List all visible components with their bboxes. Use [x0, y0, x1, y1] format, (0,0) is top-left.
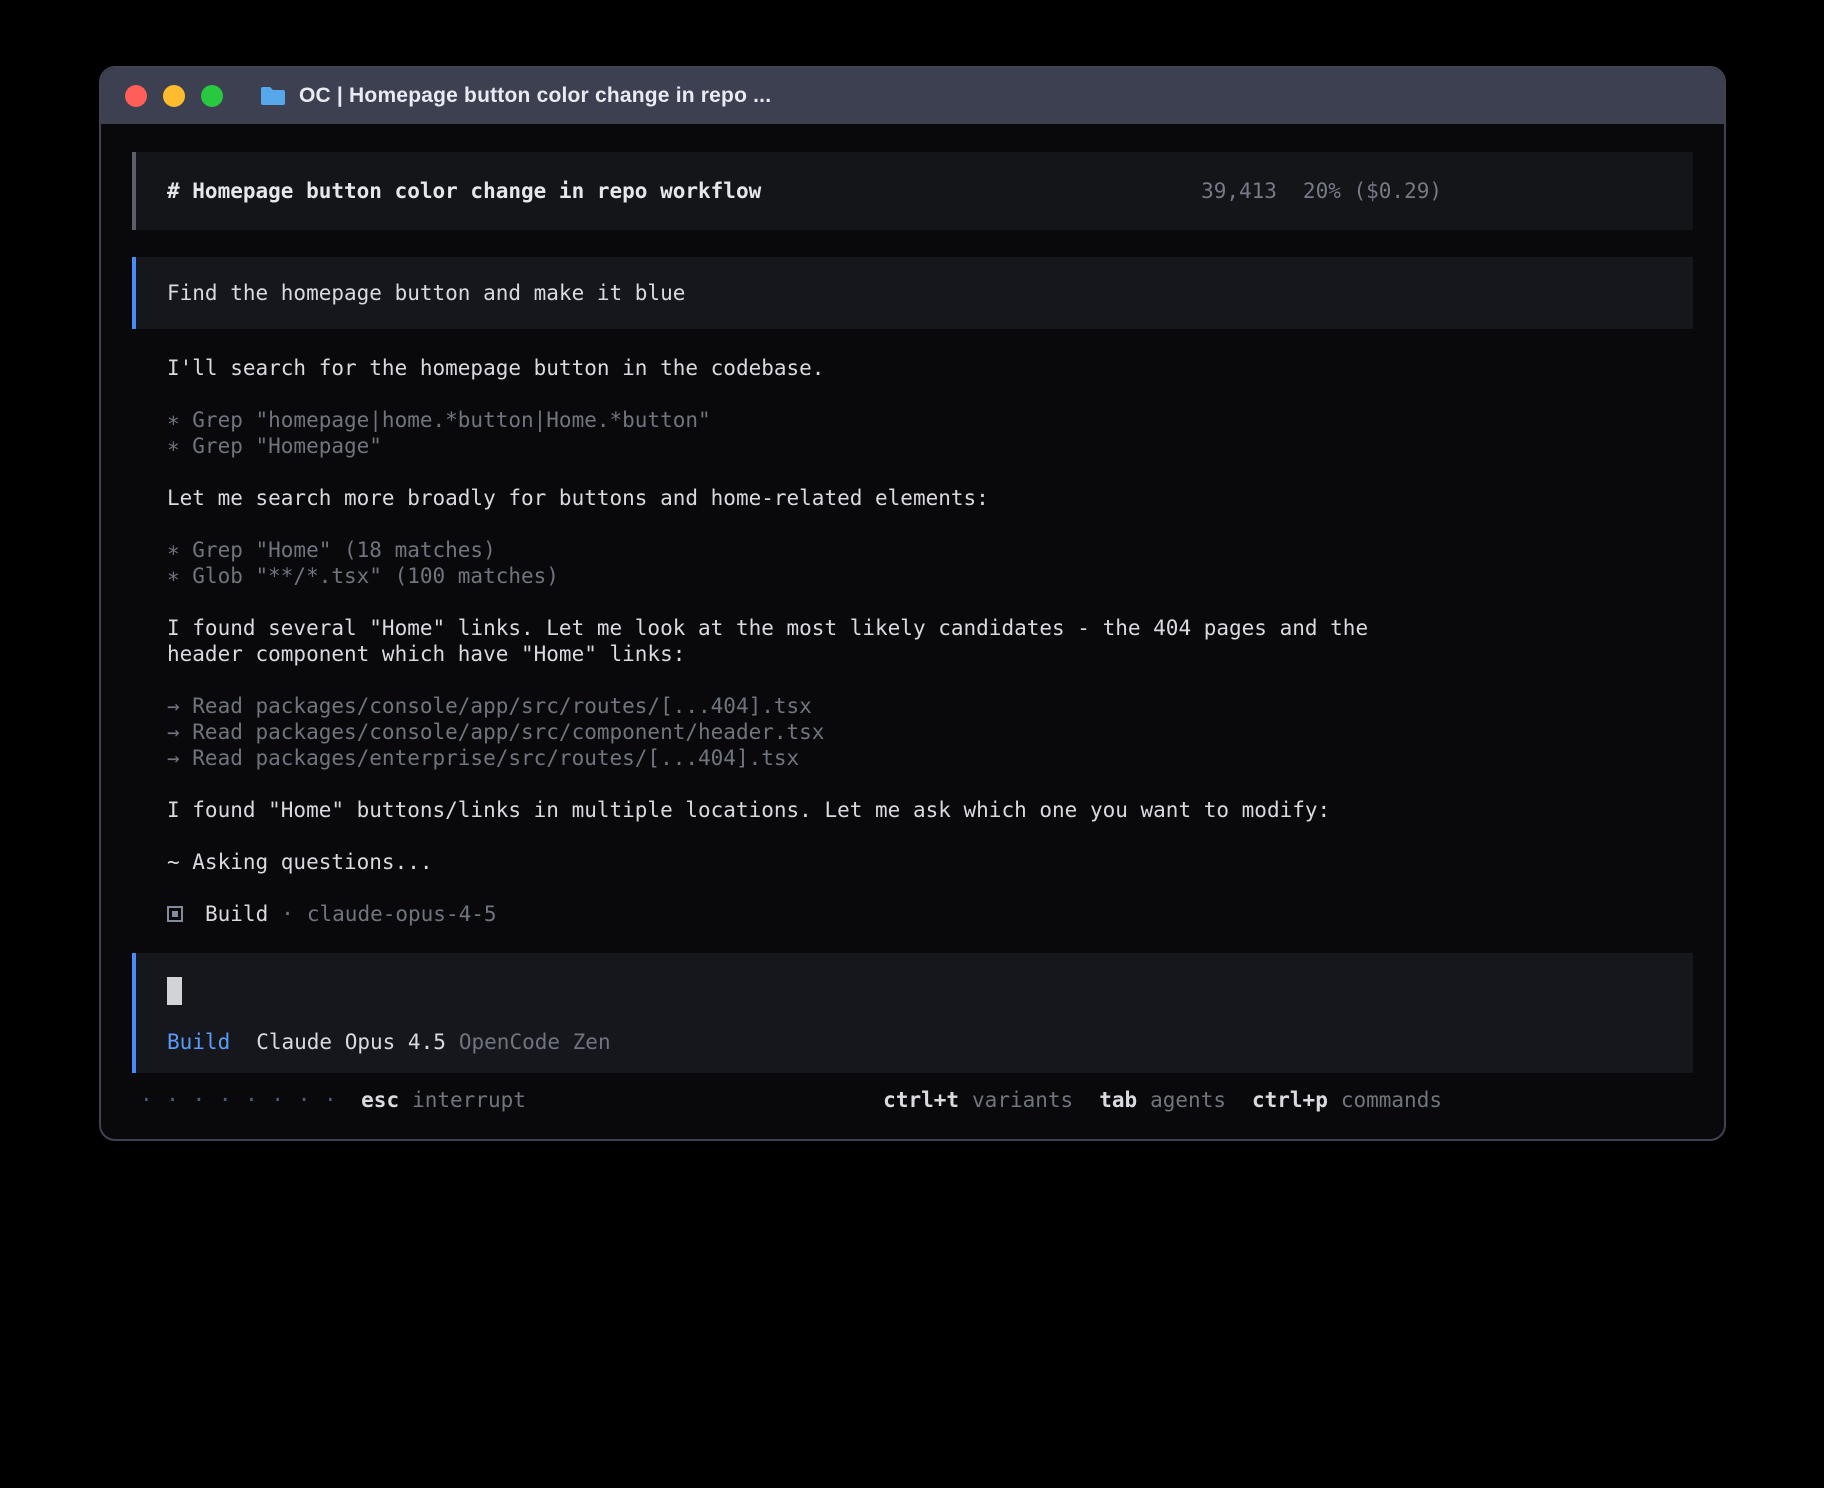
assistant-message: Let me search more broadly for buttons a…: [167, 485, 1442, 511]
session-stats: 39,413 20% ($0.29): [1201, 179, 1442, 203]
shortcut-variants: ctrl+t variants: [883, 1087, 1073, 1113]
terminal-content: # Homepage button color change in repo w…: [101, 124, 1724, 1113]
tool-call: → Read packages/console/app/src/componen…: [167, 719, 1442, 745]
esc-label: interrupt: [412, 1087, 526, 1113]
tool-call: ∗ Grep "homepage|home.*button|Home.*butt…: [167, 407, 1442, 433]
shortcut-group: ctrl+t variants tab agents ctrl+p comman…: [857, 1087, 1442, 1113]
tool-call: ∗ Grep "Home" (18 matches): [167, 537, 1442, 563]
session-header: # Homepage button color change in repo w…: [132, 152, 1693, 230]
assistant-message: I'll search for the homepage button in t…: [167, 355, 1442, 381]
zoom-button[interactable]: [201, 85, 223, 107]
prompt-input[interactable]: Build Claude Opus 4.5 OpenCode Zen: [132, 953, 1693, 1073]
shortcut-esc: esc interrupt: [361, 1087, 526, 1113]
close-button[interactable]: [125, 85, 147, 107]
tool-call: ∗ Glob "**/*.tsx" (100 matches): [167, 563, 1442, 589]
commands-key: ctrl+p: [1252, 1087, 1328, 1113]
context-usage: 20% ($0.29): [1303, 179, 1442, 203]
variants-key: ctrl+t: [883, 1087, 959, 1113]
assistant-message: ~ Asking questions...: [167, 849, 1442, 875]
agent-name: Build: [205, 901, 268, 927]
minimize-button[interactable]: [163, 85, 185, 107]
agent-separator: ·: [281, 901, 294, 927]
prompt-mode-label: Build: [167, 1029, 230, 1055]
terminal-window: OC | Homepage button color change in rep…: [99, 66, 1726, 1141]
spinner-dots: · · · · · · · ·: [140, 1087, 337, 1113]
agent-icon: [167, 906, 183, 922]
tool-call: → Read packages/enterprise/src/routes/[.…: [167, 745, 1442, 771]
shortcut-commands: ctrl+p commands: [1252, 1087, 1442, 1113]
prompt-meta: Build Claude Opus 4.5 OpenCode Zen: [167, 1029, 1662, 1055]
window-titlebar[interactable]: OC | Homepage button color change in rep…: [101, 68, 1724, 124]
agent-model: claude-opus-4-5: [307, 901, 497, 927]
prompt-model-label: Claude Opus 4.5: [256, 1029, 446, 1055]
assistant-message: I found "Home" buttons/links in multiple…: [167, 797, 1442, 823]
assistant-message: I found several "Home" links. Let me loo…: [167, 615, 1442, 667]
session-title: # Homepage button color change in repo w…: [167, 179, 761, 203]
user-message-text: Find the homepage button and make it blu…: [167, 281, 1442, 305]
agent-status-row: Build · claude-opus-4-5: [167, 901, 1693, 927]
esc-key: esc: [361, 1087, 399, 1113]
text-cursor: [167, 977, 182, 1005]
variants-label: variants: [972, 1087, 1073, 1113]
agents-key: tab: [1099, 1087, 1137, 1113]
tool-call: → Read packages/console/app/src/routes/[…: [167, 693, 1442, 719]
folder-icon: [259, 85, 287, 107]
status-bar: · · · · · · · · esc interrupt ctrl+t var…: [132, 1087, 1442, 1113]
token-count: 39,413: [1201, 179, 1277, 203]
tool-call: ∗ Grep "Homepage": [167, 433, 1442, 459]
user-message: Find the homepage button and make it blu…: [132, 257, 1693, 329]
agents-label: agents: [1150, 1087, 1226, 1113]
commands-label: commands: [1341, 1087, 1442, 1113]
prompt-provider-label: OpenCode Zen: [459, 1029, 611, 1055]
shortcut-agents: tab agents: [1099, 1087, 1226, 1113]
window-title: OC | Homepage button color change in rep…: [299, 84, 771, 108]
